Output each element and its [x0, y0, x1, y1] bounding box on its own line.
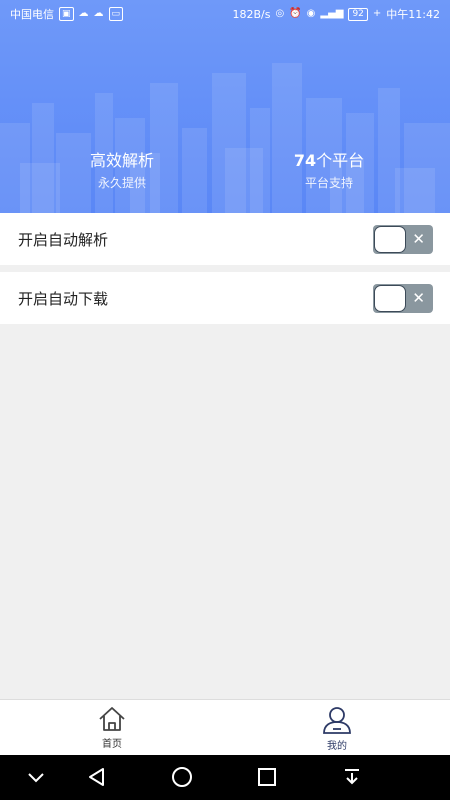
stat-platforms: 74个平台 平台支持 — [254, 150, 404, 192]
auto-download-toggle[interactable]: ✕ — [373, 283, 433, 313]
charging-icon: + — [372, 8, 382, 19]
image-icon: ▭ — [108, 7, 124, 21]
signal-icon: ▂▄▆ — [320, 8, 344, 19]
stat-platforms-subtitle: 平台支持 — [304, 176, 353, 190]
tab-home[interactable]: 首页 — [62, 700, 162, 756]
home-circle-icon — [172, 767, 192, 787]
close-icon: ✕ — [412, 288, 425, 307]
home-icon — [99, 707, 125, 731]
user-icon — [323, 707, 351, 734]
platform-count-unit: 个平台 — [316, 151, 365, 170]
stat-parse-title: 高效解析 — [89, 151, 154, 170]
chevron-down-icon — [28, 773, 44, 783]
tab-home-label: 首页 — [102, 739, 122, 750]
carrier-label: 中国电信 — [10, 8, 54, 21]
toggle-knob — [374, 225, 406, 253]
sim-icon: ▣ — [59, 7, 74, 21]
toggle-knob — [374, 284, 406, 312]
recents-icon — [258, 768, 276, 786]
hero-banner: 高效解析 永久提供 74个平台 平台支持 — [0, 0, 450, 213]
nav-back-button[interactable] — [67, 755, 127, 800]
status-bar: 中国电信 ▣ ☁ ☁ ▭ 182B/s ◎ ⏰ ◉ ▂▄▆ 92 + 中午11:… — [0, 0, 450, 28]
network-speed: 182B/s — [232, 7, 271, 21]
platform-count: 74 — [293, 151, 317, 170]
stat-parse-subtitle: 永久提供 — [97, 176, 146, 190]
tab-mine-label: 我的 — [327, 741, 347, 752]
bottom-tab-bar: 首页 我的 — [0, 699, 450, 755]
cloud-icon: ☁ — [78, 8, 89, 19]
alarm-icon: ⏰ — [289, 8, 302, 19]
setting-auto-download: 开启自动下载 ✕ — [0, 272, 450, 324]
setting-auto-download-label: 开启自动下载 — [18, 289, 109, 308]
close-icon: ✕ — [412, 229, 425, 248]
eye-icon: ◉ — [306, 8, 316, 19]
nav-download-button[interactable] — [322, 755, 382, 800]
back-icon — [89, 768, 104, 786]
stat-parse: 高效解析 永久提供 — [47, 150, 197, 192]
download-icon — [345, 769, 359, 785]
auto-parse-toggle[interactable]: ✕ — [373, 224, 433, 254]
battery-level: 92 — [348, 7, 368, 21]
clock: 中午11:42 — [386, 8, 440, 21]
stat-platforms-title: 74个平台 — [254, 150, 404, 172]
system-nav-bar — [0, 755, 450, 800]
nav-recents-button[interactable] — [237, 755, 297, 800]
nav-collapse-button[interactable] — [6, 755, 66, 800]
setting-auto-parse-label: 开启自动解析 — [18, 230, 109, 249]
setting-auto-parse: 开启自动解析 ✕ — [0, 213, 450, 265]
hotspot-icon: ◎ — [275, 8, 285, 19]
tab-mine[interactable]: 我的 — [287, 700, 387, 756]
cloud-icon: ☁ — [93, 8, 104, 19]
nav-home-button[interactable] — [152, 755, 212, 800]
